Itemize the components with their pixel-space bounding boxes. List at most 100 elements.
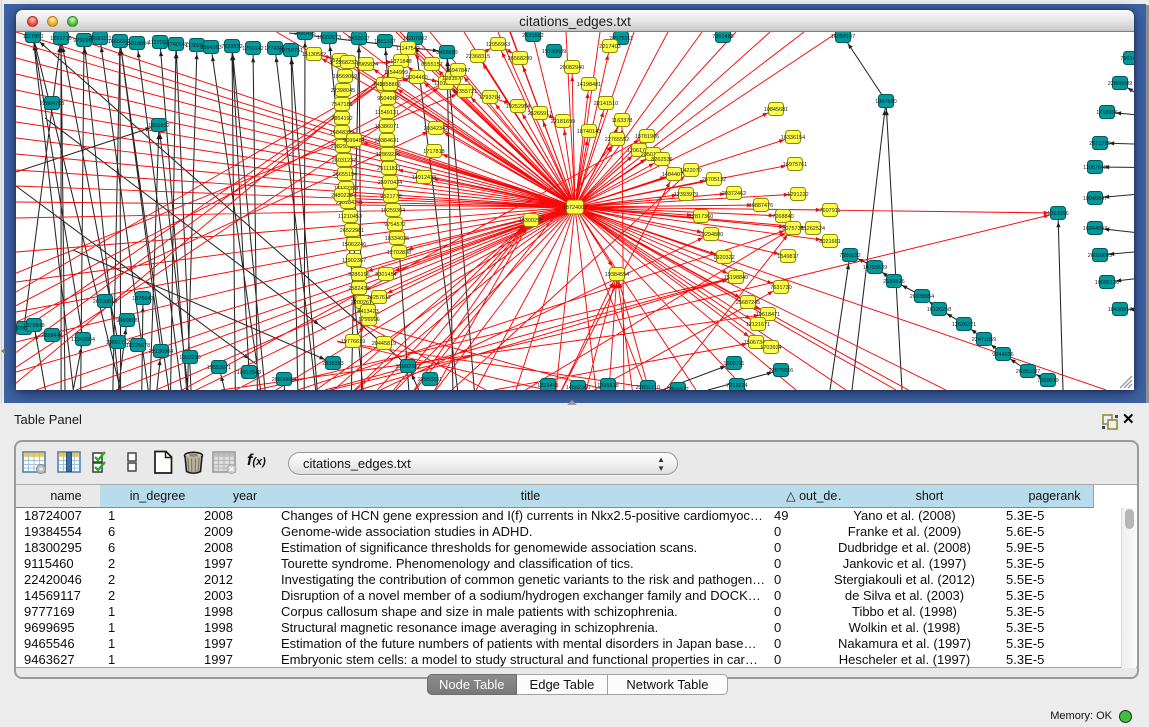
svg-text:11342884: 11342884 — [71, 337, 95, 343]
svg-text:1717818: 1717818 — [423, 149, 444, 155]
svg-text:12355721: 12355721 — [453, 89, 477, 95]
svg-text:16844003: 16844003 — [1083, 226, 1107, 232]
svg-text:11902367: 11902367 — [342, 258, 366, 264]
svg-text:1602852: 1602852 — [148, 123, 169, 129]
svg-text:19384554: 19384554 — [605, 272, 629, 278]
svg-text:15198840: 15198840 — [724, 275, 748, 281]
svg-text:1551716: 1551716 — [50, 36, 71, 42]
svg-text:7631730: 7631730 — [770, 285, 791, 291]
svg-text:1920322: 1920322 — [713, 255, 734, 261]
svg-text:10259304: 10259304 — [381, 208, 405, 214]
svg-text:20759751: 20759751 — [279, 48, 303, 54]
svg-text:2838383: 2838383 — [322, 361, 343, 367]
svg-text:26938954: 26938954 — [910, 294, 934, 300]
svg-text:2888446: 2888446 — [41, 333, 62, 339]
svg-text:10845681: 10845681 — [764, 107, 788, 113]
svg-text:26281687: 26281687 — [1016, 369, 1040, 375]
svg-text:1395518: 1395518 — [597, 383, 618, 389]
svg-text:7639532: 7639532 — [221, 44, 242, 50]
svg-text:1003230: 1003230 — [179, 355, 200, 361]
svg-text:16058107: 16058107 — [831, 34, 855, 40]
svg-text:20445819: 20445819 — [372, 341, 396, 347]
svg-text:11549131: 11549131 — [375, 110, 399, 116]
svg-text:22181699: 22181699 — [551, 119, 575, 125]
svg-text:12702838: 12702838 — [387, 250, 411, 256]
svg-text:8301454: 8301454 — [375, 272, 396, 278]
svg-text:1391096: 1391096 — [1047, 211, 1068, 217]
svg-text:12393979: 12393979 — [674, 192, 698, 198]
svg-text:7950032: 7950032 — [839, 253, 860, 259]
svg-text:9432017: 9432017 — [348, 36, 369, 42]
svg-text:1858866: 1858866 — [379, 82, 400, 88]
svg-text:16336154: 16336154 — [781, 135, 805, 141]
svg-text:14755639: 14755639 — [863, 265, 887, 271]
svg-text:22141510: 22141510 — [594, 101, 618, 107]
svg-text:1793764: 1793764 — [479, 95, 500, 101]
svg-text:9490495: 9490495 — [294, 32, 315, 37]
svg-text:1703924: 1703924 — [760, 345, 781, 351]
svg-text:18724007: 18724007 — [563, 205, 587, 211]
svg-text:20294880: 20294880 — [699, 232, 723, 238]
svg-text:15818804: 15818804 — [125, 41, 149, 47]
svg-text:7169019: 7169019 — [1037, 378, 1058, 384]
svg-text:18781906: 18781906 — [635, 134, 659, 140]
svg-text:22676856: 22676856 — [769, 368, 793, 374]
svg-text:25970434: 25970434 — [378, 180, 402, 186]
svg-text:7854192: 7854192 — [331, 116, 352, 122]
svg-text:22831710: 22831710 — [636, 385, 660, 390]
svg-text:1902711: 1902711 — [723, 361, 744, 367]
svg-text:19776619: 19776619 — [341, 339, 365, 345]
svg-text:1347680: 1347680 — [875, 99, 896, 105]
svg-text:1549817: 1549817 — [777, 254, 798, 260]
svg-text:25687245: 25687245 — [736, 300, 760, 306]
svg-text:12056963: 12056963 — [486, 42, 510, 48]
svg-text:14682360: 14682360 — [566, 385, 590, 390]
svg-text:19902673: 19902673 — [317, 35, 341, 41]
svg-text:22471059: 22471059 — [972, 337, 996, 343]
svg-text:26522981: 26522981 — [340, 228, 364, 234]
svg-text:12869236: 12869236 — [376, 152, 400, 158]
svg-text:1371848: 1371848 — [390, 59, 411, 65]
svg-text:16975761: 16975761 — [783, 162, 807, 168]
svg-text:20082940: 20082940 — [560, 65, 584, 71]
svg-text:22398045: 22398045 — [331, 88, 355, 94]
svg-text:22817360: 22817360 — [689, 214, 713, 220]
svg-text:2631662: 2631662 — [522, 33, 543, 39]
svg-text:26705132: 26705132 — [702, 177, 726, 183]
svg-text:9504966: 9504966 — [377, 96, 398, 102]
svg-text:22888689: 22888689 — [1108, 81, 1132, 87]
svg-text:20384631: 20384631 — [375, 138, 399, 144]
svg-text:19553971: 19553971 — [207, 365, 231, 371]
svg-text:25992352: 25992352 — [396, 364, 420, 370]
svg-text:12121671: 12121671 — [746, 322, 770, 328]
svg-text:26568299: 26568299 — [508, 56, 532, 62]
svg-text:7213224: 7213224 — [726, 383, 747, 389]
svg-text:11210453: 11210453 — [338, 214, 362, 220]
svg-text:20372462: 20372462 — [722, 191, 746, 197]
svg-text:1291222: 1291222 — [787, 192, 808, 198]
svg-text:9286196: 9286196 — [348, 272, 369, 278]
svg-text:22136904: 22136904 — [149, 349, 173, 355]
svg-text:10095136: 10095136 — [1095, 280, 1119, 286]
svg-text:1718906: 1718906 — [1096, 110, 1117, 116]
svg-text:9004460: 9004460 — [406, 75, 427, 81]
svg-text:2672789: 2672789 — [1089, 141, 1110, 147]
svg-text:18569069: 18569069 — [333, 74, 357, 80]
svg-text:22765552: 22765552 — [605, 137, 629, 143]
svg-text:26111821: 26111821 — [377, 166, 401, 172]
svg-text:7268840: 7268840 — [772, 214, 793, 220]
svg-text:15730689: 15730689 — [542, 49, 566, 55]
svg-text:7547186: 7547186 — [331, 102, 352, 108]
svg-text:25265917: 25265917 — [528, 111, 552, 117]
svg-text:14198481: 14198481 — [577, 82, 601, 88]
svg-text:19887476: 19887476 — [749, 203, 773, 209]
svg-text:11544999: 11544999 — [384, 70, 408, 76]
svg-text:22953331: 22953331 — [418, 377, 442, 383]
svg-text:15130582: 15130582 — [302, 52, 326, 58]
svg-text:11147542: 11147542 — [396, 46, 420, 52]
svg-text:9754572: 9754572 — [384, 222, 405, 228]
svg-text:22368315: 22368315 — [466, 54, 490, 60]
svg-text:7601444: 7601444 — [1120, 56, 1134, 62]
svg-text:22864703: 22864703 — [40, 101, 64, 107]
svg-text:9344536: 9344536 — [992, 352, 1013, 358]
